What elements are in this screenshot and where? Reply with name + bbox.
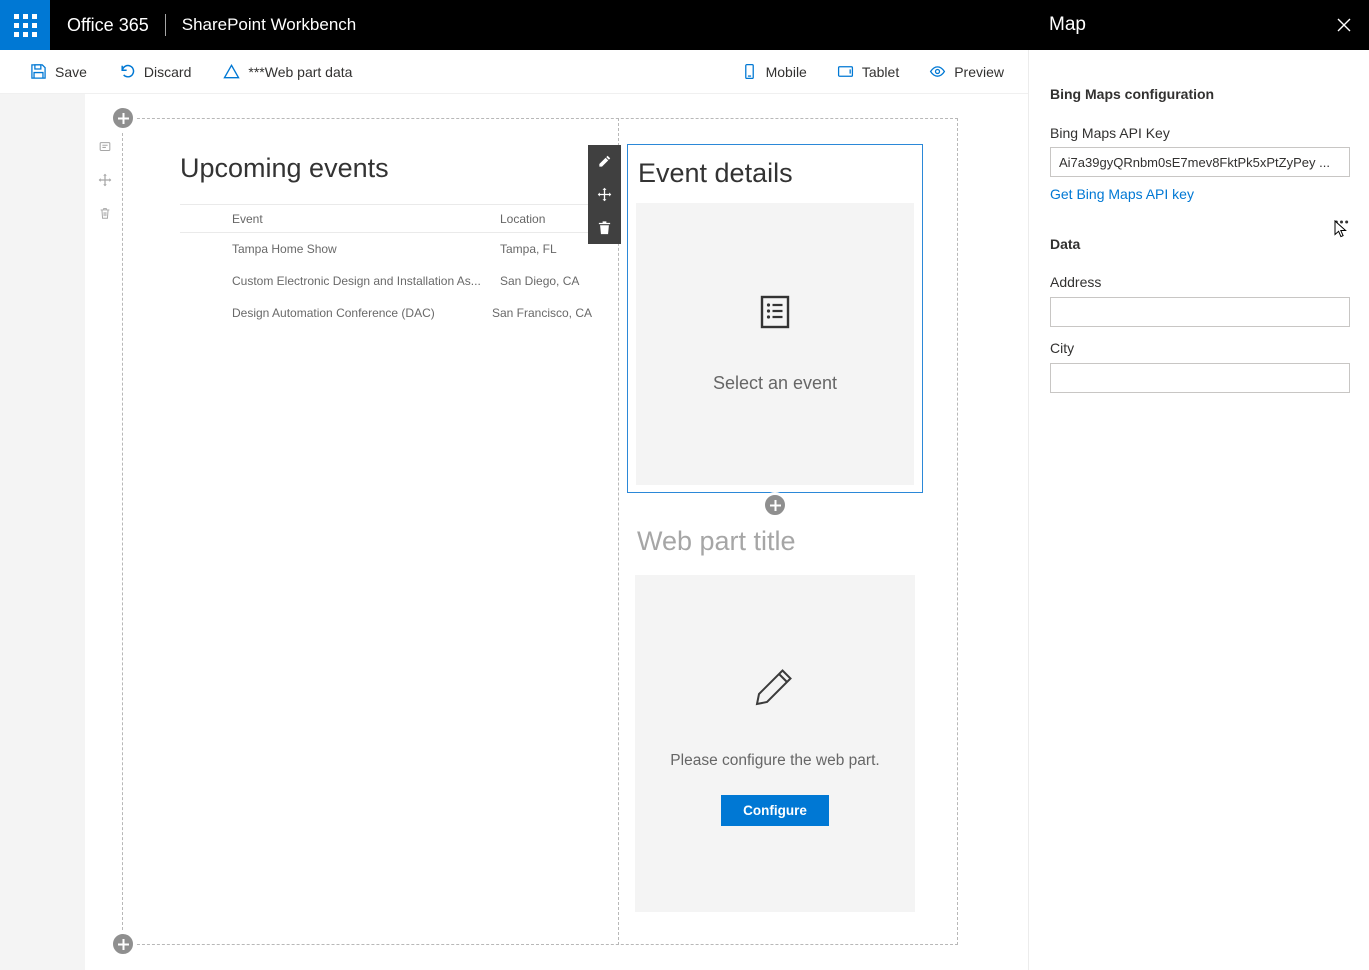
webpart-data-label: ***Web part data	[248, 63, 353, 80]
table-row[interactable]: Design Automation Conference (DAC) San F…	[180, 297, 592, 329]
waffle-icon	[13, 13, 37, 37]
triangle-icon	[223, 63, 241, 80]
trash-icon	[598, 221, 611, 235]
webpart-data-button[interactable]: ***Web part data	[223, 63, 352, 80]
address-input[interactable]	[1050, 297, 1350, 327]
command-bar-right: Mobile Tablet Preview	[711, 63, 1004, 80]
tablet-button[interactable]: Tablet	[837, 63, 899, 80]
events-table: Event Location Tampa Home Show Tampa, FL…	[180, 204, 592, 329]
webpart-edit-toolbar	[588, 145, 621, 244]
event-details-webpart[interactable]: Event details Select an event	[627, 144, 923, 493]
app-launcher-button[interactable]	[0, 0, 50, 50]
configure-message: Please configure the web part.	[670, 751, 880, 769]
plus-icon	[769, 499, 781, 511]
preview-label: Preview	[954, 63, 1004, 80]
add-webpart-button[interactable]	[110, 931, 136, 957]
move-icon	[597, 187, 612, 202]
table-row[interactable]: Custom Electronic Design and Installatio…	[180, 265, 592, 297]
event-details-placeholder: Select an event	[636, 203, 914, 485]
property-pane-title: Map	[1049, 14, 1086, 35]
event-details-title: Event details	[638, 158, 793, 188]
property-pane-header: Map	[1028, 0, 1369, 50]
configure-button[interactable]: Configure	[721, 794, 829, 826]
workbench-page: Office 365 SharePoint Workbench Map Save…	[0, 0, 1369, 970]
table-row[interactable]: Tampa Home Show Tampa, FL	[180, 233, 592, 265]
move-icon[interactable]	[98, 173, 112, 187]
select-event-text: Select an event	[712, 373, 838, 393]
delete-icon[interactable]	[98, 206, 112, 220]
command-bar: Save Discard ***Web part data Mobile Tab…	[0, 50, 1028, 94]
pencil-outline-icon	[751, 662, 799, 715]
event-cell: Design Automation Conference (DAC)	[232, 306, 435, 320]
save-label: Save	[55, 63, 87, 80]
property-pane: Bing Maps configuration Bing Maps API Ke…	[1028, 50, 1369, 970]
left-gutter	[0, 94, 85, 970]
mobile-label: Mobile	[765, 63, 807, 80]
webpart-title-text[interactable]: Web part title	[637, 526, 796, 557]
preview-eye-icon	[929, 63, 946, 80]
api-key-input[interactable]	[1050, 147, 1350, 177]
events-table-header: Event Location	[180, 204, 592, 233]
api-key-label: Bing Maps API Key	[1050, 125, 1170, 141]
address-label: Address	[1050, 274, 1102, 290]
event-cell: Custom Electronic Design and Installatio…	[232, 274, 481, 288]
configure-placeholder: Please configure the web part. Configure	[635, 575, 915, 912]
save-icon	[30, 63, 47, 80]
discard-label: Discard	[143, 63, 192, 80]
delete-webpart-button[interactable]	[588, 211, 621, 244]
bing-maps-section-title: Bing Maps configuration	[1050, 86, 1215, 102]
pencil-icon	[599, 155, 611, 167]
comment-icon[interactable]	[98, 140, 112, 154]
data-section-title: Data	[1050, 236, 1081, 252]
move-webpart-button[interactable]	[588, 178, 621, 211]
mobile-button[interactable]: Mobile	[741, 63, 807, 80]
mobile-icon	[741, 63, 758, 80]
column-header-location: Location	[500, 211, 546, 226]
top-header: Office 365 SharePoint Workbench	[0, 0, 1028, 50]
tablet-label: Tablet	[861, 63, 900, 80]
add-webpart-button[interactable]	[110, 105, 136, 131]
header-divider	[164, 14, 166, 36]
more-options-icon[interactable]	[1334, 212, 1349, 230]
column-header-event: Event	[232, 211, 263, 226]
location-cell: San Diego, CA	[500, 274, 580, 288]
webpart-side-controls	[98, 140, 112, 220]
upcoming-events-title: Upcoming events	[180, 153, 389, 183]
list-document-icon	[757, 294, 793, 335]
get-api-key-link[interactable]: Get Bing Maps API key	[1050, 186, 1194, 202]
location-cell: Tampa, FL	[500, 242, 557, 256]
close-icon[interactable]	[1336, 17, 1352, 33]
save-button[interactable]: Save	[30, 63, 87, 80]
add-webpart-button[interactable]	[762, 492, 788, 518]
plus-icon	[117, 938, 129, 950]
undo-icon	[119, 63, 136, 80]
discard-button[interactable]: Discard	[119, 63, 191, 80]
preview-button[interactable]: Preview	[929, 63, 1004, 80]
event-cell: Tampa Home Show	[232, 242, 337, 256]
city-input[interactable]	[1050, 363, 1350, 393]
location-cell: San Francisco, CA	[491, 306, 592, 320]
city-label: City	[1050, 340, 1075, 356]
tablet-icon	[837, 63, 854, 80]
brand-title: Office 365	[67, 14, 149, 35]
plus-icon	[117, 112, 129, 124]
product-title: SharePoint Workbench	[181, 15, 357, 34]
edit-webpart-button[interactable]	[588, 145, 621, 178]
